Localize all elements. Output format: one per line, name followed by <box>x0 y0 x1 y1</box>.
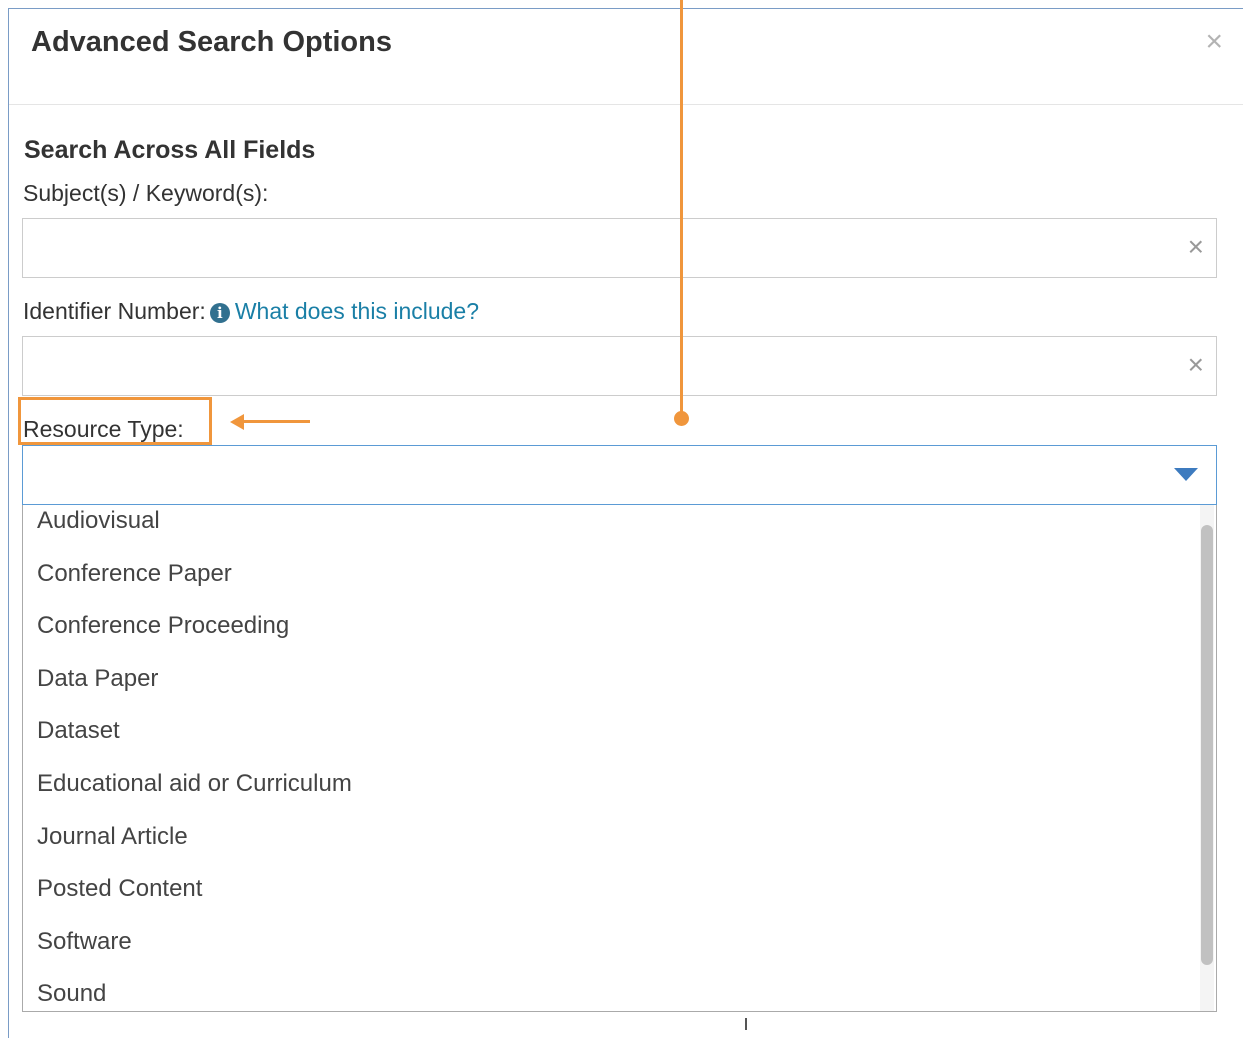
identifier-label: Identifier Number: <box>23 298 206 324</box>
dropdown-option[interactable]: Conference Paper <box>23 548 1196 601</box>
dropdown-option[interactable]: Software <box>23 916 1196 969</box>
close-icon[interactable]: × <box>1205 27 1223 57</box>
resource-type-select[interactable] <box>22 445 1217 505</box>
option-list: Audiovisual Conference Paper Conference … <box>23 505 1196 1011</box>
info-circle-icon: i <box>209 303 230 323</box>
clear-x-icon[interactable]: × <box>1188 351 1204 379</box>
identifier-help-link[interactable]: What does this include? <box>235 298 479 324</box>
identifier-input[interactable]: × <box>22 336 1217 396</box>
subjects-label: Subject(s) / Keyword(s): <box>23 180 269 206</box>
annotation-dot <box>674 411 689 426</box>
dropdown-option[interactable]: Audiovisual <box>23 505 1196 548</box>
dropdown-option[interactable]: Sound <box>23 968 1196 1011</box>
modal-title: Advanced Search Options <box>31 26 392 58</box>
dropdown-option[interactable]: Conference Proceeding <box>23 600 1196 653</box>
annotation-line <box>680 0 683 416</box>
identifier-label-row: Identifier Number: i What does this includ… <box>23 298 479 325</box>
annotation-arrow-head-icon <box>230 414 244 430</box>
annotation-arrow-shaft <box>240 420 310 423</box>
dropdown-option[interactable]: Data Paper <box>23 653 1196 706</box>
resource-type-dropdown: Audiovisual Conference Paper Conference … <box>22 505 1217 1012</box>
dropdown-option[interactable]: Educational aid or Curriculum <box>23 758 1196 811</box>
divider <box>745 1018 747 1030</box>
dropdown-option[interactable]: Journal Article <box>23 811 1196 864</box>
scrollbar-thumb[interactable] <box>1201 525 1213 965</box>
annotation-highlight-box <box>18 397 212 445</box>
modal-header: Advanced Search Options × <box>9 9 1243 105</box>
dropdown-option[interactable]: Dataset <box>23 705 1196 758</box>
dropdown-option[interactable]: Posted Content <box>23 863 1196 916</box>
clear-x-icon[interactable]: × <box>1188 233 1204 261</box>
section-title: Search Across All Fields <box>24 136 316 164</box>
caret-down-icon[interactable] <box>1174 468 1198 481</box>
subjects-input[interactable]: × <box>22 218 1217 278</box>
